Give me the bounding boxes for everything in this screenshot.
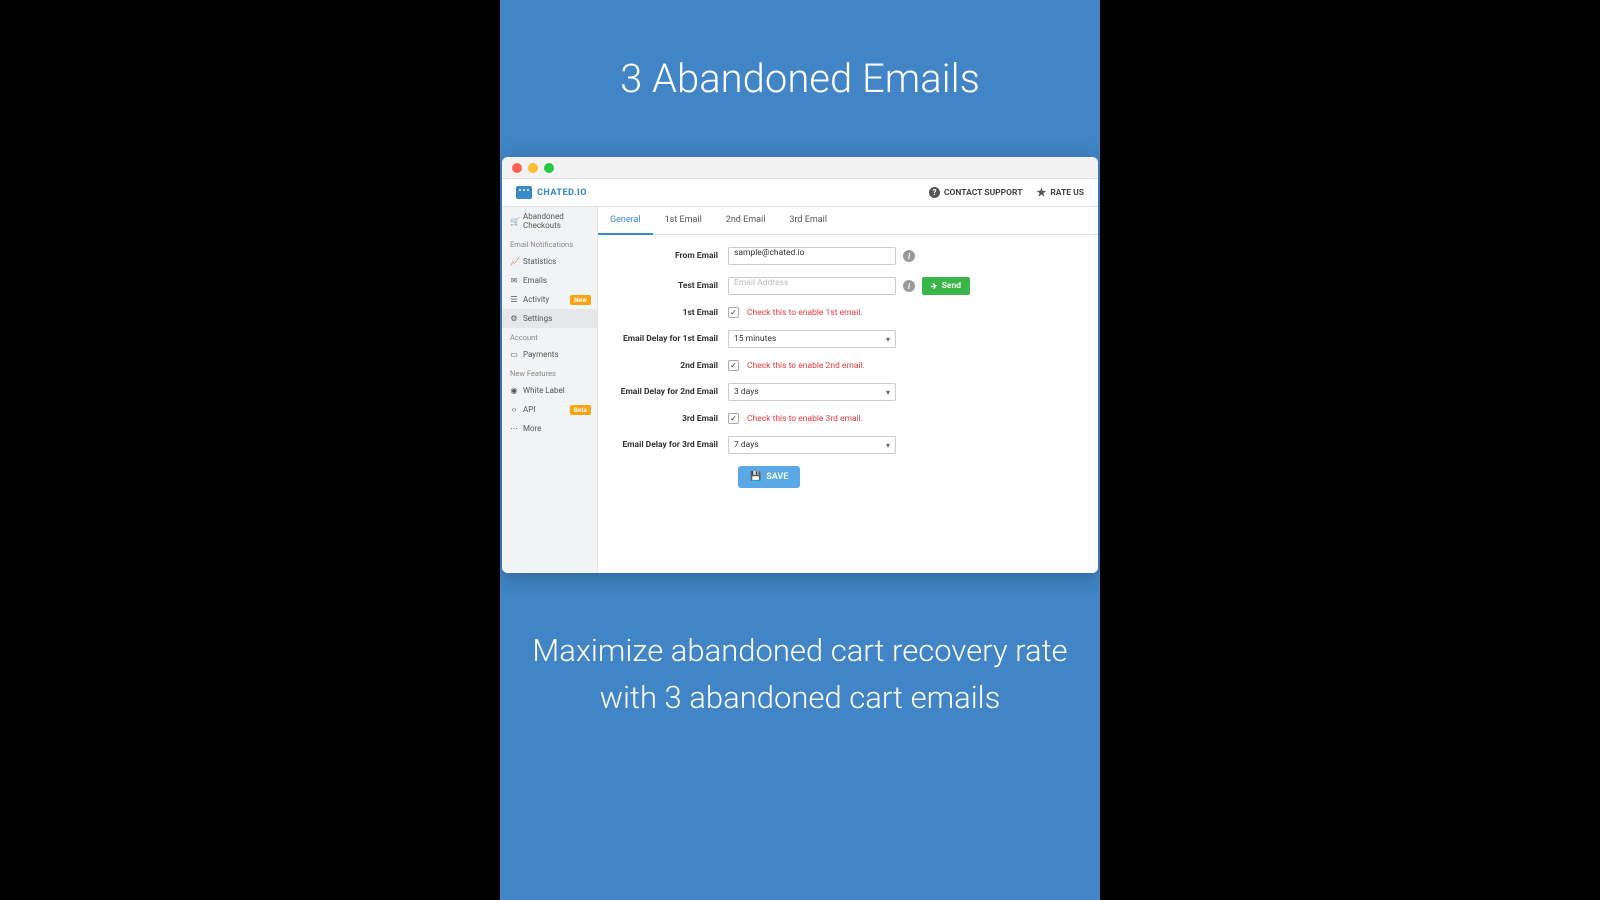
first-email-label: 1st Email: [612, 308, 728, 318]
tab-general[interactable]: General: [598, 207, 653, 235]
sidebar-item-label: Payments: [523, 350, 559, 359]
sidebar-heading-account: Account: [502, 328, 597, 345]
brand-name: CHATED.IO: [537, 188, 587, 198]
card-icon: ▭: [510, 350, 518, 359]
sidebar-item-label: Activity: [523, 295, 549, 304]
second-email-helper: Check this to enable 2nd email.: [747, 361, 865, 371]
delay2-select[interactable]: 3 days ▾: [728, 383, 896, 401]
delay1-value: 15 minutes: [734, 334, 776, 344]
zoom-icon[interactable]: [544, 163, 554, 173]
info-icon[interactable]: i: [903, 250, 915, 262]
delay2-value: 3 days: [734, 387, 759, 397]
sidebar-item-abandoned-checkouts[interactable]: 🛒 Abandoned Checkouts: [502, 207, 597, 235]
delay3-label: Email Delay for 3rd Email: [612, 440, 728, 450]
rate-us-label: RATE US: [1050, 188, 1084, 198]
envelope-icon: ✉: [510, 276, 518, 285]
new-badge: New: [570, 295, 591, 305]
star-icon: ★: [1036, 186, 1046, 199]
code-icon: ‹›: [510, 405, 518, 414]
chevron-down-icon: ▾: [886, 441, 890, 450]
tab-3rd-email[interactable]: 3rd Email: [777, 207, 839, 234]
globe-icon: ◉: [510, 386, 518, 395]
test-email-label: Test Email: [612, 281, 728, 291]
delay2-label: Email Delay for 2nd Email: [612, 387, 728, 397]
mac-titlebar: [502, 157, 1098, 179]
sidebar-item-label: More: [523, 424, 541, 433]
first-email-checkbox[interactable]: ✓: [728, 307, 739, 318]
sidebar-item-label: White Label: [523, 386, 565, 395]
help-icon: ?: [929, 187, 940, 198]
info-icon[interactable]: i: [903, 280, 915, 292]
contact-support-label: CONTACT SUPPORT: [944, 188, 1022, 198]
cart-icon: 🛒: [510, 217, 518, 226]
test-email-input[interactable]: Email Address: [728, 277, 896, 295]
rate-us-link[interactable]: ★ RATE US: [1036, 186, 1084, 199]
second-email-checkbox[interactable]: ✓: [728, 360, 739, 371]
beta-badge: Beta: [570, 405, 591, 415]
chevron-down-icon: ▾: [886, 335, 890, 344]
minimize-icon[interactable]: [528, 163, 538, 173]
sidebar-item-label: API: [523, 405, 535, 414]
tab-2nd-email[interactable]: 2nd Email: [714, 207, 778, 234]
send-test-button[interactable]: ✈ Send: [922, 277, 970, 295]
tabs: General 1st Email 2nd Email 3rd Email: [598, 207, 1098, 235]
save-label: SAVE: [766, 472, 788, 482]
sidebar-item-label: Emails: [523, 276, 547, 285]
from-email-input[interactable]: sample@chated.io: [728, 247, 896, 265]
sidebar-item-activity[interactable]: ☰ Activity New: [502, 290, 597, 309]
top-bar: CHATED.IO ? CONTACT SUPPORT ★ RATE US: [502, 179, 1098, 207]
third-email-helper: Check this to enable 3rd email.: [747, 414, 863, 424]
first-email-helper: Check this to enable 1st email.: [747, 308, 863, 318]
sidebar-item-settings[interactable]: ⚙ Settings: [502, 309, 597, 328]
delay3-value: 7 days: [734, 440, 759, 450]
chart-icon: 📈: [510, 257, 518, 266]
delay3-select[interactable]: 7 days ▾: [728, 436, 896, 454]
chevron-down-icon: ▾: [886, 388, 890, 397]
save-button[interactable]: 💾 SAVE: [738, 466, 800, 488]
second-email-label: 2nd Email: [612, 361, 728, 371]
contact-support-link[interactable]: ? CONTACT SUPPORT: [929, 187, 1022, 198]
sidebar-item-emails[interactable]: ✉ Emails: [502, 271, 597, 290]
paper-plane-icon: ✈: [930, 281, 938, 291]
sidebar-item-label: Settings: [523, 314, 552, 323]
delay1-select[interactable]: 15 minutes ▾: [728, 330, 896, 348]
promo-title: 3 Abandoned Emails: [600, 55, 1000, 102]
sidebar-item-more[interactable]: ⋯ More: [502, 419, 597, 438]
app-window: CHATED.IO ? CONTACT SUPPORT ★ RATE US 🛒 …: [502, 157, 1098, 573]
settings-form: From Email sample@chated.io i Test Email…: [598, 235, 1098, 500]
third-email-label: 3rd Email: [612, 414, 728, 424]
main-panel: General 1st Email 2nd Email 3rd Email Fr…: [598, 207, 1098, 573]
promo-subtitle: Maximize abandoned cart recovery rate wi…: [500, 628, 1100, 721]
send-label: Send: [942, 281, 961, 291]
sidebar-item-label: Statistics: [523, 257, 556, 266]
sidebar-heading-email: Email Notifications: [502, 235, 597, 252]
tab-1st-email[interactable]: 1st Email: [653, 207, 714, 234]
ellipsis-icon: ⋯: [510, 424, 518, 433]
save-icon: 💾: [750, 472, 761, 482]
sidebar-item-label: Abandoned Checkouts: [523, 212, 589, 230]
third-email-checkbox[interactable]: ✓: [728, 413, 739, 424]
sidebar-item-white-label[interactable]: ◉ White Label: [502, 381, 597, 400]
sliders-icon: ☰: [510, 295, 518, 304]
chat-bubble-icon: [516, 186, 532, 199]
sidebar-item-statistics[interactable]: 📈 Statistics: [502, 252, 597, 271]
close-icon[interactable]: [512, 163, 522, 173]
brand-logo[interactable]: CHATED.IO: [516, 186, 587, 199]
sidebar-item-payments[interactable]: ▭ Payments: [502, 345, 597, 364]
delay1-label: Email Delay for 1st Email: [612, 334, 728, 344]
sidebar-item-api[interactable]: ‹› API Beta: [502, 400, 597, 419]
sidebar: 🛒 Abandoned Checkouts Email Notification…: [502, 207, 598, 573]
gear-icon: ⚙: [510, 314, 518, 323]
from-email-label: From Email: [612, 251, 728, 261]
sidebar-heading-new-features: New Features: [502, 364, 597, 381]
